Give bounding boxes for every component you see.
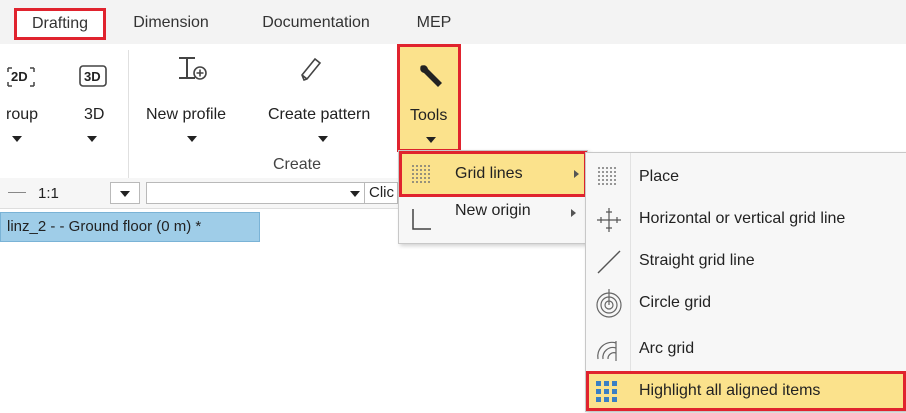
3d-button-label[interactable]: 3D — [84, 106, 104, 124]
layer-dropdown[interactable] — [146, 182, 366, 204]
group-button-label[interactable]: roup — [6, 106, 38, 124]
tools-button[interactable]: Tools — [397, 44, 461, 152]
click-button[interactable]: Clic — [364, 182, 398, 204]
menu-item-label: Place — [639, 168, 680, 185]
grid-dots-icon — [410, 163, 434, 187]
create-group-label: Create — [273, 156, 322, 173]
grid-dots-icon — [596, 165, 620, 189]
pencil-icon[interactable] — [298, 54, 324, 84]
tab-drafting[interactable]: Drafting — [14, 8, 106, 40]
chevron-down-icon[interactable] — [87, 136, 97, 142]
diagonal-line-icon — [594, 247, 624, 277]
chevron-down-icon[interactable] — [12, 136, 22, 142]
origin-corner-icon — [409, 205, 433, 235]
3d-icon-text: 3D — [84, 69, 101, 84]
chevron-down-icon — [350, 191, 360, 197]
2d-view-icon[interactable]: 2D — [6, 66, 36, 88]
2d-icon-text: 2D — [11, 69, 28, 84]
new-profile-label[interactable]: New profile — [146, 106, 226, 124]
3d-view-icon[interactable]: 3D — [78, 64, 108, 88]
menu-item-label: Arc grid — [639, 340, 695, 357]
submenu-arrow-icon — [574, 170, 579, 178]
tools-label: Tools — [410, 107, 448, 124]
slider-track[interactable] — [8, 192, 26, 193]
menu-item-arc-grid[interactable]: Arc grid — [586, 329, 906, 369]
menu-item-horizontal-vertical-grid-line[interactable]: Horizontal or vertical grid line — [586, 199, 906, 239]
menu-item-highlight-all-aligned-items[interactable]: Highlight all aligned items — [586, 371, 906, 411]
tab-mep[interactable]: MEP — [404, 10, 464, 36]
grid-lines-submenu: Place Horizontal or vertical grid line S… — [585, 152, 906, 412]
chevron-down-icon — [120, 191, 130, 197]
ribbon-tab-bar: Drafting Dimension Documentation MEP — [0, 0, 906, 44]
create-pattern-label[interactable]: Create pattern — [268, 106, 370, 124]
highlight-grid-icon — [595, 380, 619, 404]
arc-grid-icon — [594, 335, 624, 365]
tab-documentation[interactable]: Documentation — [246, 10, 386, 36]
ribbon-separator — [128, 50, 129, 178]
menu-item-label: Horizontal or vertical grid line — [639, 210, 846, 227]
menu-item-label: New origin — [455, 202, 531, 219]
new-profile-icon[interactable] — [176, 54, 210, 84]
scale-dropdown-button[interactable] — [110, 182, 140, 204]
menu-item-circle-grid[interactable]: Circle grid — [586, 283, 906, 323]
scale-value: 1:1 — [38, 185, 59, 202]
menu-item-label: Highlight all aligned items — [639, 382, 821, 399]
chevron-down-icon — [426, 137, 436, 143]
menu-item-label: Straight grid line — [639, 252, 755, 269]
chevron-down-icon[interactable] — [318, 136, 328, 142]
menu-item-label: Grid lines — [455, 165, 523, 182]
submenu-arrow-icon — [571, 209, 576, 217]
chevron-down-icon[interactable] — [187, 136, 197, 142]
crosshair-icon — [594, 205, 624, 235]
menu-item-label: Circle grid — [639, 294, 712, 311]
wrench-icon — [416, 61, 446, 91]
menu-item-straight-grid-line[interactable]: Straight grid line — [586, 241, 906, 281]
menu-item-place[interactable]: Place — [586, 157, 906, 197]
circle-grid-icon — [594, 287, 624, 319]
tools-menu: Grid lines New origin — [398, 150, 588, 244]
tab-dimension[interactable]: Dimension — [122, 10, 220, 36]
menu-item-new-origin[interactable]: New origin — [399, 199, 587, 239]
document-tab[interactable]: linz_2 - - Ground floor (0 m) * — [0, 212, 260, 242]
